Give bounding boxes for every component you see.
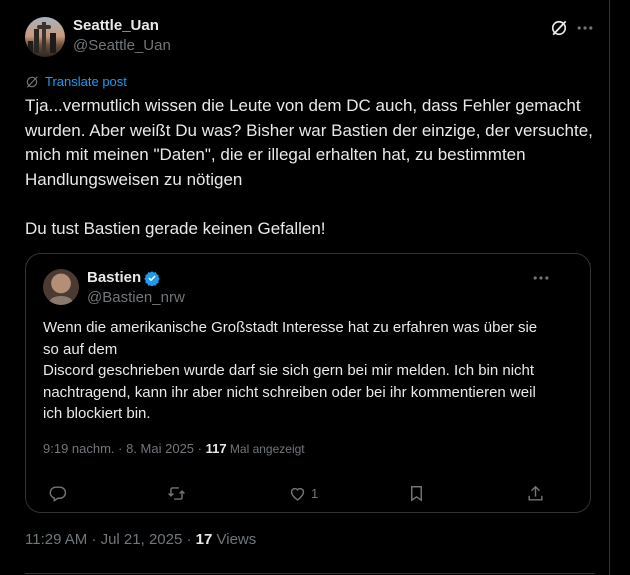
- grok-icon[interactable]: [549, 18, 569, 38]
- timeline-column: Seattle_Uan @Seattle_Uan Translate post …: [0, 0, 610, 575]
- quoted-views-count: 117: [205, 441, 227, 456]
- quoted-action-bar: 1: [26, 483, 590, 503]
- verified-badge-icon: [144, 271, 160, 286]
- author-display-name[interactable]: Seattle_Uan: [73, 16, 171, 36]
- quoted-handle[interactable]: @Bastien_nrw: [87, 288, 185, 308]
- repost-button[interactable]: [167, 483, 186, 503]
- divider: [25, 573, 595, 574]
- translate-post-link[interactable]: Translate post: [45, 74, 127, 90]
- share-button[interactable]: [526, 483, 545, 503]
- quoted-avatar[interactable]: [43, 269, 79, 305]
- quoted-timestamp: 9:19 nachm. · 8. Mai 2025 · 117 Mal ange…: [43, 441, 305, 457]
- translate-icon: [26, 76, 38, 88]
- bookmark-button[interactable]: [407, 483, 426, 503]
- share-icon: [528, 485, 543, 501]
- avatar[interactable]: [25, 17, 65, 57]
- quoted-text: Wenn die amerikanische Großstadt Interes…: [43, 319, 538, 422]
- views-label: Views: [212, 531, 257, 548]
- bookmark-icon: [411, 485, 422, 502]
- post: Seattle_Uan @Seattle_Uan Translate post …: [25, 14, 595, 574]
- like-icon: [290, 487, 305, 501]
- like-button[interactable]: 1: [288, 483, 318, 503]
- quoted-display-name[interactable]: Bastien: [87, 268, 141, 288]
- repost-icon: [168, 486, 185, 500]
- more-horizontal-icon[interactable]: [531, 268, 551, 288]
- quoted-time[interactable]: 9:19 nachm. · 8. Mai 2025 ·: [43, 441, 206, 456]
- post-timestamp: 11:29 AM · Jul 21, 2025 · 17 Views: [25, 530, 256, 550]
- translate-post[interactable]: Translate post: [25, 74, 595, 90]
- author-handle[interactable]: @Seattle_Uan: [73, 36, 171, 56]
- post-header: Seattle_Uan @Seattle_Uan: [25, 14, 595, 62]
- quoted-post[interactable]: Bastien @Bastien_nrw Wenn die amerikanis…: [25, 253, 591, 513]
- quoted-views-label: Mal angezeigt: [226, 442, 305, 456]
- post-text: Tja...vermutlich wissen die Leute von de…: [25, 96, 593, 238]
- post-time[interactable]: 11:29 AM · Jul 21, 2025 ·: [25, 531, 196, 548]
- reply-button[interactable]: [48, 483, 67, 503]
- like-count: 1: [311, 485, 319, 501]
- quoted-author-names: Bastien @Bastien_nrw: [87, 268, 185, 308]
- views-count: 17: [195, 531, 213, 548]
- reply-icon: [49, 485, 67, 502]
- more-horizontal-icon[interactable]: [575, 18, 595, 38]
- author-names: Seattle_Uan @Seattle_Uan: [73, 16, 171, 56]
